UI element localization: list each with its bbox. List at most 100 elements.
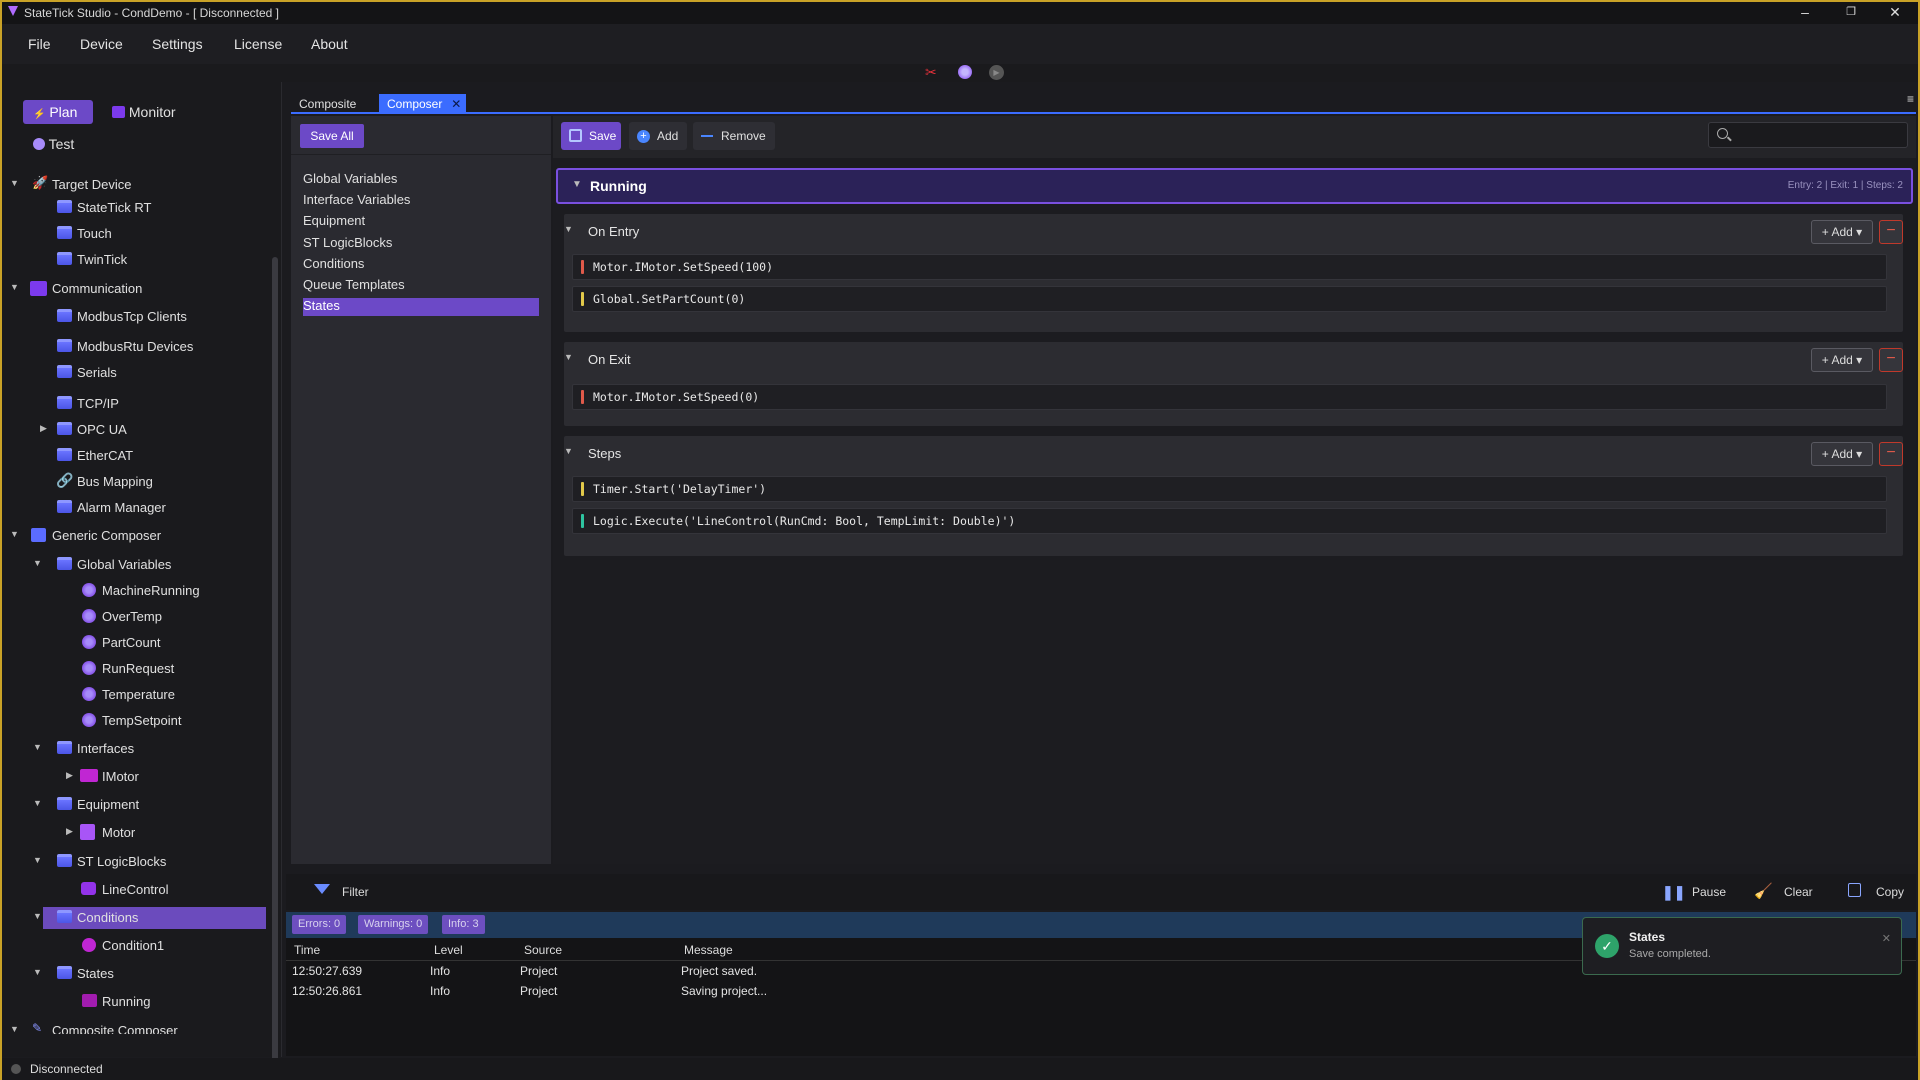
tree-node-interfaces[interactable]: ▼ Interfaces <box>10 738 270 760</box>
nav-queue-templates[interactable]: Queue Templates <box>303 277 539 295</box>
nav-global-variables[interactable]: Global Variables <box>303 171 539 189</box>
expand-arrow-icon[interactable]: ▼ <box>10 1024 19 1034</box>
save-all-button[interactable]: Save All <box>300 124 364 148</box>
menu-settings[interactable]: Settings <box>152 36 203 52</box>
expand-arrow-icon[interactable]: ▼ <box>10 282 19 292</box>
add-button[interactable]: + Add <box>629 122 687 150</box>
warnings-chip[interactable]: Warnings: 0 <box>358 915 429 934</box>
remove-button[interactable]: Remove <box>693 122 775 150</box>
tree-node-communication[interactable]: ▼ Communication <box>10 278 270 300</box>
tree-node-partcount[interactable]: PartCount <box>10 632 270 654</box>
menu-license[interactable]: License <box>234 36 282 52</box>
tree-node-equipment[interactable]: ▼ Equipment <box>10 794 270 816</box>
expand-arrow-icon[interactable]: ▼ <box>33 558 42 568</box>
tree-node-generic-composer[interactable]: ▼ Generic Composer <box>10 525 270 547</box>
entry-action-row[interactable]: Global.SetPartCount(0) <box>572 286 1887 312</box>
collapse-arrow-icon[interactable]: ▼ <box>564 224 573 234</box>
collapse-arrow-icon[interactable]: ▼ <box>564 352 573 362</box>
menu-about[interactable]: About <box>311 36 348 52</box>
expand-arrow-icon[interactable]: ▼ <box>10 529 19 539</box>
expand-arrow-icon[interactable]: ▼ <box>33 798 42 808</box>
tree-scrollbar[interactable] <box>272 257 278 1072</box>
toast-close-icon[interactable]: ✕ <box>1882 932 1891 945</box>
expand-arrow-icon[interactable]: ▼ <box>33 855 42 865</box>
nav-st-logicblocks[interactable]: ST LogicBlocks <box>303 235 539 253</box>
column-header-time[interactable]: Time <box>294 943 320 957</box>
tree-node-runrequest[interactable]: RunRequest <box>10 658 270 680</box>
remove-exit-button[interactable]: − <box>1879 348 1903 372</box>
add-entry-button[interactable]: + Add ▾ <box>1811 220 1873 244</box>
tree-node-twintick[interactable]: TwinTick <box>10 249 270 271</box>
collapse-arrow-icon[interactable]: ▼ <box>564 446 573 456</box>
tree-node-bus-mapping[interactable]: 🔗 Bus Mapping <box>10 471 270 493</box>
column-header-source[interactable]: Source <box>524 943 562 957</box>
plan-mode-button[interactable]: ⚡ Plan <box>23 100 93 124</box>
tree-node-touch[interactable]: Touch <box>10 223 270 245</box>
tree-node-temperature[interactable]: Temperature <box>10 684 270 706</box>
nav-states[interactable]: States <box>303 298 539 316</box>
tab-composer[interactable]: Composer ✕ <box>379 94 467 114</box>
pause-button[interactable]: Pause <box>1692 885 1726 899</box>
table-row[interactable]: 12:50:26.861 Info Project Saving project… <box>286 982 1916 1000</box>
nav-equipment[interactable]: Equipment <box>303 213 539 231</box>
info-chip[interactable]: Info: 3 <box>442 915 485 934</box>
tree-node-motor[interactable]: ▶ Motor <box>10 822 270 844</box>
close-window-button[interactable]: ✕ <box>1872 2 1918 24</box>
tree-node-target-device[interactable]: ▼ 🚀 Target Device <box>10 174 270 196</box>
tree-node-tcpip[interactable]: TCP/IP <box>10 393 270 415</box>
test-mode-button[interactable]: Test <box>23 132 103 156</box>
expand-arrow-icon[interactable]: ▼ <box>10 178 19 188</box>
tree-node-serials[interactable]: Serials <box>10 362 270 384</box>
collapsed-arrow-icon[interactable]: ▶ <box>66 770 73 781</box>
expand-arrow-icon[interactable]: ▼ <box>33 911 42 921</box>
tree-node-linecontrol[interactable]: LineControl <box>10 879 270 901</box>
entry-action-row[interactable]: Motor.IMotor.SetSpeed(100) <box>572 254 1887 280</box>
step-row[interactable]: Timer.Start('DelayTimer') <box>572 476 1887 502</box>
search-input[interactable] <box>1708 122 1908 148</box>
tree-node-condition1[interactable]: Condition1 <box>10 935 270 957</box>
errors-chip[interactable]: Errors: 0 <box>292 915 347 934</box>
expand-arrow-icon[interactable]: ▼ <box>33 742 42 752</box>
exit-action-row[interactable]: Motor.IMotor.SetSpeed(0) <box>572 384 1887 410</box>
run-icon[interactable]: ▶ <box>989 65 1004 80</box>
tree-node-running[interactable]: Running <box>10 991 270 1013</box>
tree-node-global-variables[interactable]: ▼ Global Variables <box>10 554 270 576</box>
restore-button[interactable]: ❐ <box>1828 2 1874 24</box>
add-step-button[interactable]: + Add ▾ <box>1811 442 1873 466</box>
filter-button[interactable]: Filter <box>342 885 369 899</box>
tree-node-imotor[interactable]: ▶ IMotor <box>10 766 270 788</box>
save-button[interactable]: Save <box>561 122 621 150</box>
tree-node-st-logicblocks[interactable]: ▼ ST LogicBlocks <box>10 851 270 873</box>
close-tab-icon[interactable]: ✕ <box>451 94 461 114</box>
nav-conditions[interactable]: Conditions <box>303 256 539 274</box>
add-exit-button[interactable]: + Add ▾ <box>1811 348 1873 372</box>
tree-node-statetick-rt[interactable]: StateTick RT <box>10 197 270 219</box>
tree-node-composite-composer[interactable]: ▼ ✎ Composite Composer <box>10 1020 270 1034</box>
expand-arrow-icon[interactable]: ▼ <box>33 967 42 977</box>
network-icon[interactable] <box>958 65 972 79</box>
column-header-message[interactable]: Message <box>684 943 733 957</box>
minimize-button[interactable]: – <box>1782 2 1828 24</box>
clear-button[interactable]: Clear <box>1784 885 1813 899</box>
tab-overflow-icon[interactable]: ≡ <box>1907 92 1914 106</box>
tree-node-ethercat[interactable]: EtherCAT <box>10 445 270 467</box>
remove-step-button[interactable]: − <box>1879 442 1903 466</box>
menu-file[interactable]: File <box>28 36 51 52</box>
tree-node-opc-ua[interactable]: ▶ OPC UA <box>10 419 270 441</box>
tree-node-modbustcp-clients[interactable]: ModbusTcp Clients <box>10 306 270 328</box>
tree-node-conditions[interactable]: ▼ Conditions <box>33 907 266 929</box>
tree-node-overtemp[interactable]: OverTemp <box>10 606 270 628</box>
copy-button[interactable]: Copy <box>1876 885 1904 899</box>
disconnected-plug-icon[interactable]: ✂ <box>925 64 937 81</box>
collapsed-arrow-icon[interactable]: ▶ <box>66 826 73 837</box>
nav-interface-variables[interactable]: Interface Variables <box>303 192 539 210</box>
remove-entry-button[interactable]: − <box>1879 220 1903 244</box>
column-header-level[interactable]: Level <box>434 943 463 957</box>
tree-node-tempsetpoint[interactable]: TempSetpoint <box>10 710 270 732</box>
tree-node-machinerunning[interactable]: MachineRunning <box>10 580 270 602</box>
monitor-mode-button[interactable]: Monitor <box>102 100 202 124</box>
tree-node-states[interactable]: ▼ States <box>10 963 270 985</box>
collapse-arrow-icon[interactable]: ▼ <box>572 179 582 190</box>
state-header[interactable]: ▼ Running Entry: 2 | Exit: 1 | Steps: 2 <box>556 168 1913 204</box>
tab-composite[interactable]: Composite <box>291 94 364 114</box>
